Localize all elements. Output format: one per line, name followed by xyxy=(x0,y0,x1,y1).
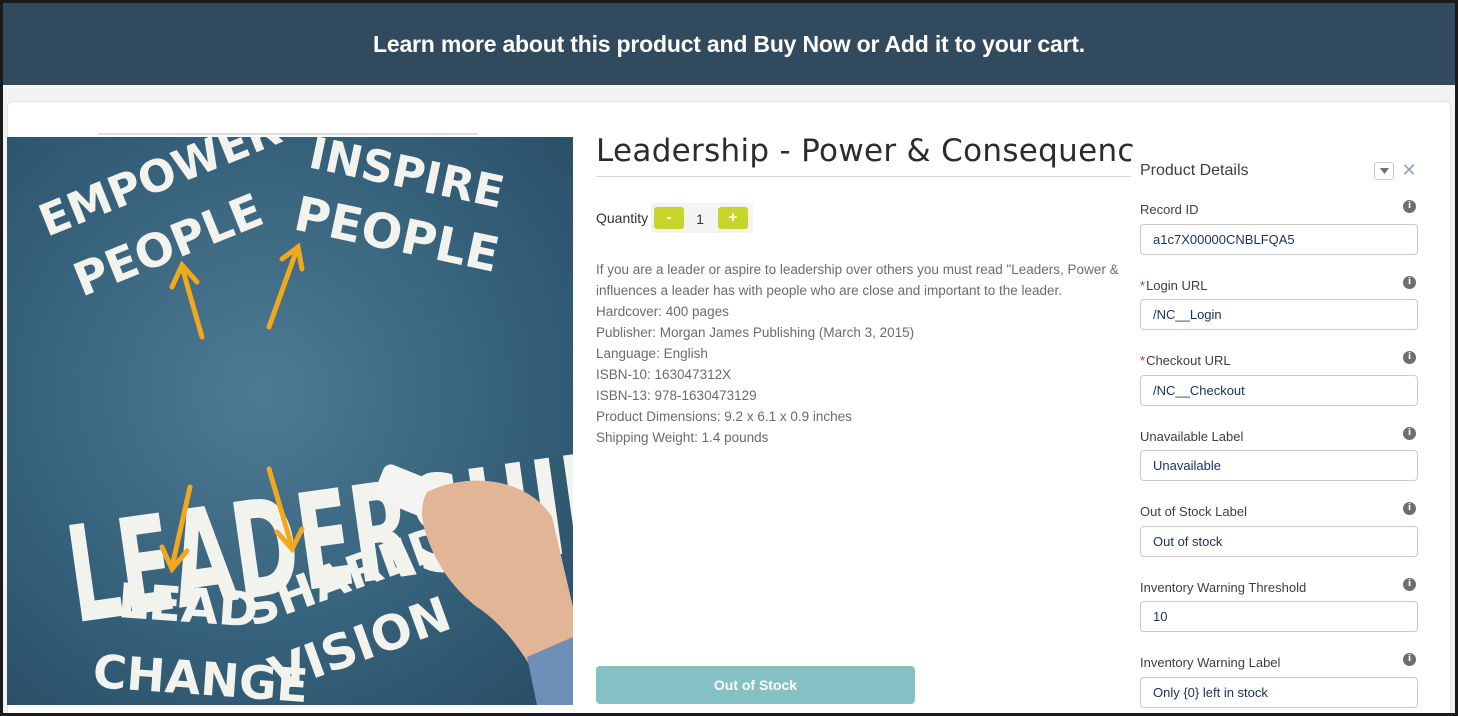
banner-text: Learn more about this product and Buy No… xyxy=(373,30,1085,57)
image-divider xyxy=(98,133,478,135)
info-icon[interactable]: i xyxy=(1403,502,1416,515)
unavailable-label-label: Unavailable Label xyxy=(1140,429,1243,444)
field-label-text: Record ID xyxy=(1140,202,1199,217)
quantity-decrement-button[interactable]: - xyxy=(654,207,684,229)
field-label-text: Out of Stock Label xyxy=(1140,504,1247,519)
description-line: Language: English xyxy=(596,346,708,361)
required-marker: * xyxy=(1140,278,1146,293)
info-icon[interactable]: i xyxy=(1403,351,1416,364)
field-label-text: Unavailable Label xyxy=(1140,429,1244,444)
inventory-threshold-field[interactable] xyxy=(1140,601,1418,632)
arrow-up-left xyxy=(169,260,205,340)
checkout-url-field[interactable] xyxy=(1140,375,1418,406)
login-url-field[interactable] xyxy=(1140,299,1418,330)
description-line: influences a leader has with people who … xyxy=(596,283,1063,298)
out-of-stock-label-field[interactable] xyxy=(1140,526,1418,557)
description-line: ISBN-10: 163047312X xyxy=(596,367,732,382)
info-icon[interactable]: i xyxy=(1403,653,1416,666)
product-image: EMPOWER PEOPLE INSPIRE PEOPLE LEADERSHIP… xyxy=(7,137,573,705)
arrow-up-right xyxy=(266,242,305,330)
out-of-stock-button[interactable]: Out of Stock xyxy=(596,666,915,704)
quantity-label: Quantity xyxy=(596,210,649,226)
quantity-increment-button[interactable]: + xyxy=(718,207,748,229)
description-line: If you are a leader or aspire to leaders… xyxy=(596,262,1119,277)
close-icon[interactable]: ✕ xyxy=(1401,161,1417,179)
title-divider xyxy=(596,176,1136,177)
panel-title: Product Details xyxy=(1140,162,1249,179)
info-icon[interactable]: i xyxy=(1403,200,1416,213)
login-url-label: *Login URL xyxy=(1140,278,1208,293)
info-icon[interactable]: i xyxy=(1403,276,1416,289)
chevron-down-icon xyxy=(1380,168,1389,174)
description-line: ISBN-13: 978-1630473129 xyxy=(596,388,757,403)
record-id-label: Record ID xyxy=(1140,202,1199,217)
field-label-text: Checkout URL xyxy=(1146,353,1231,368)
description-line: Hardcover: 400 pages xyxy=(596,304,729,319)
description-line: Product Dimensions: 9.2 x 6.1 x 0.9 inch… xyxy=(596,409,852,424)
panel-dropdown-button[interactable] xyxy=(1374,162,1394,180)
inventory-threshold-label: Inventory Warning Threshold xyxy=(1140,580,1306,595)
promo-banner: Learn more about this product and Buy No… xyxy=(3,3,1455,85)
field-label-text: Inventory Warning Threshold xyxy=(1140,580,1307,595)
checkout-url-label: *Checkout URL xyxy=(1140,353,1231,368)
inventory-warning-label-label: Inventory Warning Label xyxy=(1140,655,1280,670)
info-icon[interactable]: i xyxy=(1403,427,1416,440)
field-label-text: Login URL xyxy=(1146,278,1208,293)
quantity-value[interactable]: 1 xyxy=(689,211,711,227)
description-line: Shipping Weight: 1.4 pounds xyxy=(596,430,769,445)
app-frame: Learn more about this product and Buy No… xyxy=(0,0,1458,716)
record-id-field[interactable] xyxy=(1140,224,1418,255)
product-title: Leadership - Power & Consequence xyxy=(596,133,1136,169)
info-icon[interactable]: i xyxy=(1403,578,1416,591)
unavailable-label-field[interactable] xyxy=(1140,450,1418,481)
product-description: If you are a leader or aspire to leaders… xyxy=(596,259,1136,448)
field-label-text: Inventory Warning Label xyxy=(1140,655,1281,670)
out-of-stock-label-label: Out of Stock Label xyxy=(1140,504,1247,519)
description-line: Publisher: Morgan James Publishing (Marc… xyxy=(596,325,915,340)
chalkboard-illustration: EMPOWER PEOPLE INSPIRE PEOPLE LEADERSHIP… xyxy=(32,137,573,705)
inventory-warning-label-field[interactable] xyxy=(1140,677,1418,708)
required-marker: * xyxy=(1140,353,1146,368)
product-details-panel: Product Details ✕ Record ID i *Login URL… xyxy=(1131,148,1431,713)
word-lead: LEAD xyxy=(116,573,260,639)
